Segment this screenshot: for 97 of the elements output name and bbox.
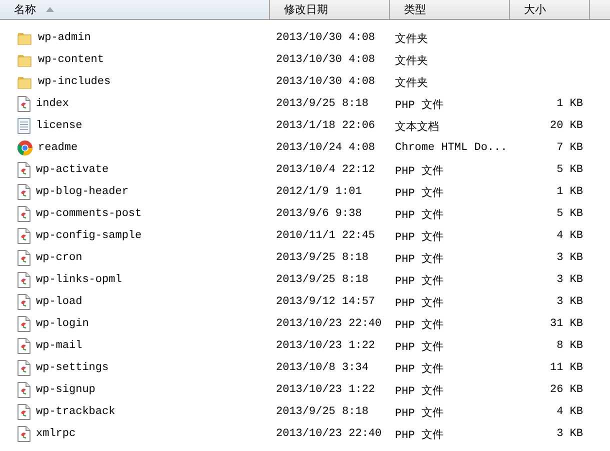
file-type: PHP 文件 bbox=[394, 208, 444, 222]
file-name[interactable]: wp-blog-header bbox=[36, 186, 128, 198]
file-name[interactable]: wp-content bbox=[38, 54, 104, 66]
file-size: 8 KB bbox=[556, 340, 584, 352]
file-name[interactable]: wp-load bbox=[36, 296, 82, 308]
modified-date: 2013/1/18 22:06 bbox=[275, 120, 376, 132]
modified-date: 2013/10/24 4:08 bbox=[275, 142, 376, 154]
modified-date: 2013/10/4 22:12 bbox=[275, 164, 376, 176]
file-type: PHP 文件 bbox=[394, 230, 444, 244]
php-file-icon bbox=[17, 250, 31, 266]
file-size: 5 KB bbox=[556, 208, 584, 220]
file-type: PHP 文件 bbox=[394, 296, 444, 310]
file-name[interactable]: wp-cron bbox=[36, 252, 82, 264]
modified-date: 2013/10/30 4:08 bbox=[275, 54, 376, 66]
php-file-icon bbox=[17, 96, 31, 112]
column-header[interactable]: 修改日期 bbox=[270, 0, 390, 19]
modified-date: 2013/10/30 4:08 bbox=[275, 32, 376, 44]
php-file-icon bbox=[17, 382, 31, 398]
php-file-icon bbox=[17, 228, 31, 244]
php-file-icon bbox=[17, 426, 31, 442]
file-name[interactable]: index bbox=[36, 98, 70, 110]
modified-date: 2013/9/12 14:57 bbox=[275, 296, 376, 308]
file-size: 7 KB bbox=[556, 142, 584, 154]
file-name[interactable]: wp-signup bbox=[36, 384, 96, 396]
php-file-icon bbox=[17, 162, 31, 178]
file-type: PHP 文件 bbox=[394, 384, 444, 398]
file-size: 26 KB bbox=[550, 384, 584, 396]
modified-date: 2013/9/6 9:38 bbox=[275, 208, 363, 220]
modified-date: 2013/10/23 1:22 bbox=[275, 384, 376, 396]
column-header[interactable]: 大小 bbox=[510, 0, 590, 19]
folder-icon bbox=[17, 52, 33, 68]
file-name[interactable]: wp-config-sample bbox=[36, 230, 142, 242]
file-size: 3 KB bbox=[556, 274, 584, 286]
modified-date: 2013/9/25 8:18 bbox=[275, 406, 370, 418]
file-size: 31 KB bbox=[550, 318, 584, 330]
file-name[interactable]: wp-activate bbox=[36, 164, 109, 176]
file-size: 3 KB bbox=[556, 428, 584, 440]
file-type: PHP 文件 bbox=[394, 318, 444, 332]
file-type: 文本文档 bbox=[394, 120, 440, 134]
file-type: PHP 文件 bbox=[394, 428, 444, 442]
modified-date: 2013/10/23 22:40 bbox=[275, 318, 383, 330]
file-type: 文件夹 bbox=[394, 76, 429, 90]
file-size: 5 KB bbox=[556, 164, 584, 176]
column-header[interactable]: 名称 bbox=[0, 0, 270, 19]
folder-icon bbox=[17, 74, 33, 90]
file-name[interactable]: wp-links-opml bbox=[36, 274, 122, 286]
file-size: 4 KB bbox=[556, 406, 584, 418]
file-type: PHP 文件 bbox=[394, 252, 444, 266]
file-size: 4 KB bbox=[556, 230, 584, 242]
file-type: 文件夹 bbox=[394, 54, 429, 68]
modified-date: 2013/9/25 8:18 bbox=[275, 252, 370, 264]
file-type: PHP 文件 bbox=[394, 340, 444, 354]
modified-date: 2013/10/23 22:40 bbox=[275, 428, 383, 440]
php-file-icon bbox=[17, 316, 31, 332]
file-type: Chrome HTML Do... bbox=[394, 142, 508, 154]
text-file-icon bbox=[17, 118, 31, 134]
modified-date: 2013/10/30 4:08 bbox=[275, 76, 376, 88]
file-type: PHP 文件 bbox=[394, 98, 444, 112]
folder-icon bbox=[17, 30, 33, 46]
php-file-icon bbox=[17, 360, 31, 376]
file-size: 1 KB bbox=[556, 186, 584, 198]
file-size: 11 KB bbox=[550, 362, 584, 374]
file-size: 3 KB bbox=[556, 252, 584, 264]
file-type: PHP 文件 bbox=[394, 406, 444, 420]
chrome-icon bbox=[17, 140, 33, 156]
file-name[interactable]: xmlrpc bbox=[36, 428, 76, 440]
file-type: 文件夹 bbox=[394, 32, 429, 46]
file-name[interactable]: wp-settings bbox=[36, 362, 109, 374]
file-name[interactable]: wp-includes bbox=[38, 76, 111, 88]
file-name[interactable]: wp-admin bbox=[38, 32, 91, 44]
php-file-icon bbox=[17, 272, 31, 288]
modified-date: 2013/10/8 3:34 bbox=[275, 362, 370, 374]
file-name[interactable]: wp-comments-post bbox=[36, 208, 142, 220]
modified-date: 2012/1/9 1:01 bbox=[275, 186, 363, 198]
php-file-icon bbox=[17, 184, 31, 200]
column-header[interactable]: 类型 bbox=[390, 0, 510, 19]
file-type: PHP 文件 bbox=[394, 362, 444, 376]
php-file-icon bbox=[17, 206, 31, 222]
file-size: 3 KB bbox=[556, 296, 584, 308]
php-file-icon bbox=[17, 294, 31, 310]
file-name[interactable]: wp-trackback bbox=[36, 406, 116, 418]
file-name[interactable]: readme bbox=[38, 142, 78, 154]
file-size: 1 KB bbox=[556, 98, 584, 110]
file-name[interactable]: wp-mail bbox=[36, 340, 82, 352]
file-size: 20 KB bbox=[550, 120, 584, 132]
php-file-icon bbox=[17, 404, 31, 420]
modified-date: 2010/11/1 22:45 bbox=[275, 230, 376, 242]
file-name[interactable]: license bbox=[36, 120, 82, 132]
modified-date: 2013/9/25 8:18 bbox=[275, 274, 370, 286]
file-name[interactable]: wp-login bbox=[36, 318, 89, 330]
php-file-icon bbox=[17, 338, 31, 354]
file-type: PHP 文件 bbox=[394, 274, 444, 288]
sort-arrow-icon bbox=[46, 7, 54, 12]
file-type: PHP 文件 bbox=[394, 164, 444, 178]
file-type: PHP 文件 bbox=[394, 186, 444, 200]
modified-date: 2013/10/23 1:22 bbox=[275, 340, 376, 352]
modified-date: 2013/9/25 8:18 bbox=[275, 98, 370, 110]
